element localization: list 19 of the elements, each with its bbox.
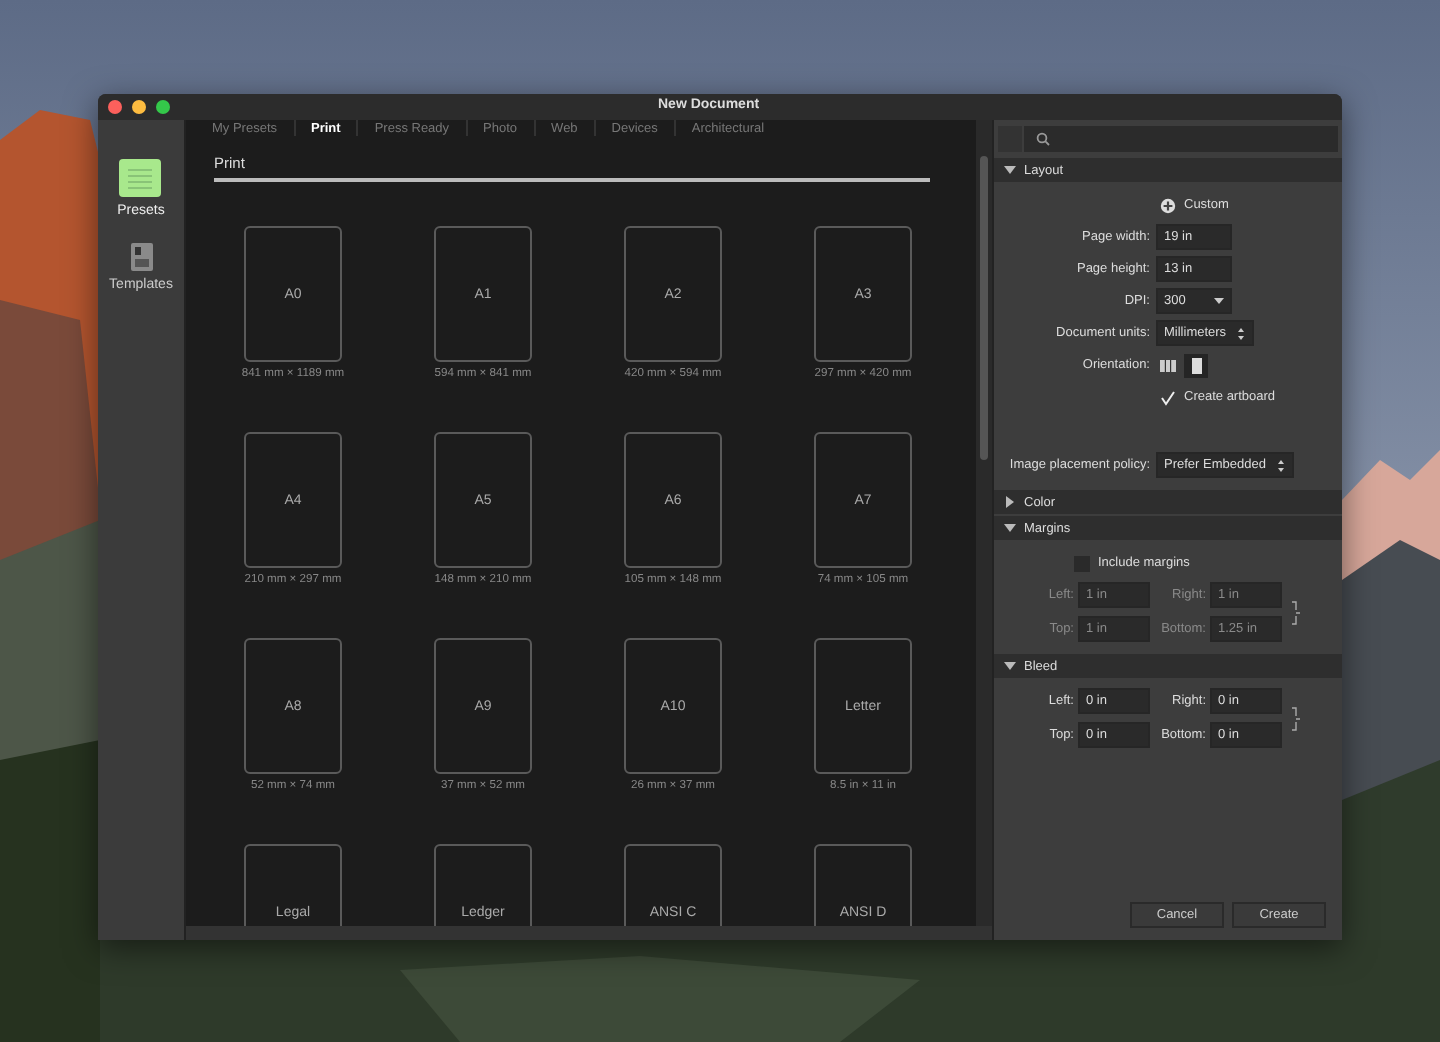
up-down-arrows-icon (1275, 457, 1286, 473)
caret-down-icon (1004, 660, 1016, 672)
checkmark-icon (1160, 389, 1176, 405)
plus-circle-icon (1160, 197, 1176, 213)
portrait-page-icon (1191, 357, 1201, 373)
link-bracket-icon (1290, 705, 1300, 731)
caret-right-icon (1004, 496, 1016, 508)
landscape-page-icon (1160, 359, 1176, 371)
up-down-arrows-icon (1236, 325, 1247, 341)
orientation-button[interactable] (1184, 353, 1208, 377)
caret-down-icon (1004, 164, 1016, 176)
template-icon (129, 242, 153, 272)
caret-down-icon (1214, 298, 1224, 304)
caret-down-icon (1004, 522, 1016, 534)
link-bracket-icon (1290, 599, 1300, 625)
search-icon (1036, 132, 1050, 146)
presets-icon (118, 158, 163, 198)
scrollbar-thumb[interactable] (980, 156, 988, 460)
search-field[interactable] (1024, 126, 1338, 152)
